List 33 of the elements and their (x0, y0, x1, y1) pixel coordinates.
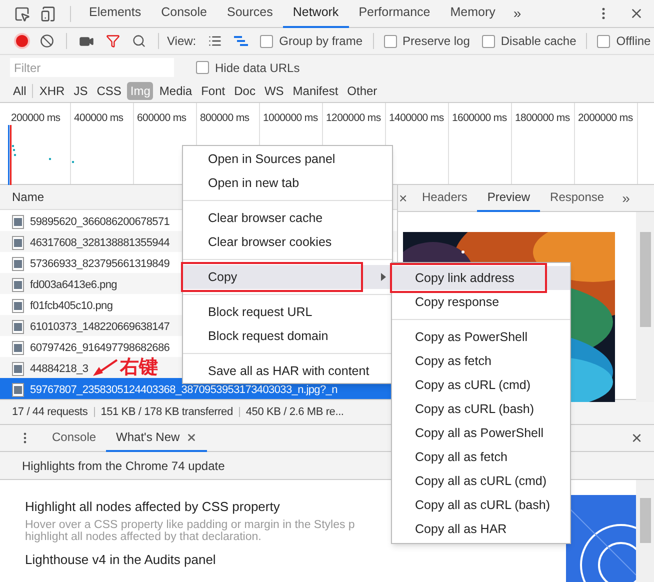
tick-label: 200000 ms (10, 112, 60, 124)
tick-label: 600000 ms (136, 112, 186, 124)
tick-label: 1200000 ms (325, 112, 381, 124)
tick-label: 1000000 ms (262, 112, 318, 124)
request-name: 60797426_916497798682686 (30, 340, 170, 356)
tick-label: 400000 ms (73, 112, 124, 124)
view-label: View: (167, 33, 196, 50)
tick-label: 1800000 ms (514, 112, 570, 124)
status-text: 450 KB / 2.6 MB re... (246, 404, 344, 420)
request-name: 46317608_328138881355944 (30, 236, 170, 251)
status-text: 17 / 44 requests (12, 404, 88, 420)
tick-label: 800000 ms (199, 112, 250, 124)
feature-title: Lighthouse v4 in the Audits panel (25, 551, 216, 569)
request-name: 61010373_148220669638147 (30, 320, 170, 335)
feature-title: Highlight all nodes affected by CSS property (25, 498, 280, 516)
checkbox-label: Group by frame (279, 33, 363, 50)
request-name: 57366933_823795661319849 (30, 256, 170, 272)
checkbox-label: Preserve log (402, 33, 470, 50)
request-name: 59767807_2358305124403368_3870953953173403033_n.jpg?_n (30, 382, 338, 398)
request-name: fd003a6413e6.png (30, 278, 117, 293)
tick-label: 1600000 ms (451, 112, 507, 124)
banner-text: Highlights from the Chrome 74 update (22, 458, 225, 474)
checkbox-label: Hide data URLs (215, 60, 300, 76)
status-text: 151 KB / 178 KB transferred (100, 404, 233, 420)
checkbox-label: Disable cache (500, 33, 576, 50)
tick-label: 1400000 ms (388, 112, 444, 124)
feature-description: Hover over a CSS property like padding or margin in the Styles p highlight all nodes affected by that declaration. (25, 519, 355, 543)
request-name: 44884218_3 (30, 362, 88, 377)
checkbox-label: Offline (616, 33, 651, 50)
request-name: f01fcb405c10.png (30, 298, 113, 314)
tick-label: 2000000 ms (577, 112, 633, 124)
annotation-text: 右键 (120, 357, 158, 377)
request-name: 59895620_366086200678571 (30, 214, 170, 230)
